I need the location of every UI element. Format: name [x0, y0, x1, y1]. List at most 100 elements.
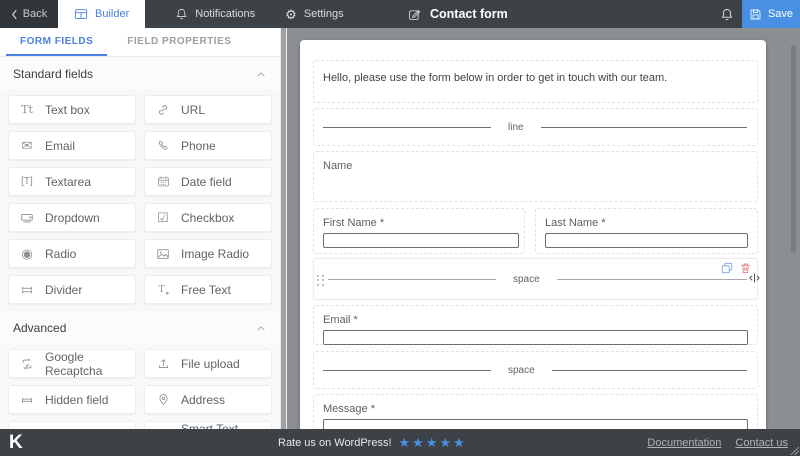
- section-advanced[interactable]: Advanced: [0, 311, 280, 344]
- field-button-url[interactable]: URL: [144, 95, 272, 124]
- edit-pencil-icon[interactable]: [408, 8, 421, 21]
- tab-settings[interactable]: ⚙ Settings: [285, 0, 343, 28]
- field-label: Dropdown: [45, 211, 100, 225]
- canvas-block-space-divider[interactable]: space: [313, 351, 758, 389]
- kali-forms-logo: K: [9, 432, 23, 454]
- freetext-content: Hello, please use the form below in orde…: [323, 72, 748, 84]
- divider-label: line: [491, 122, 541, 133]
- canvas-block-freetext[interactable]: Hello, please use the form below in orde…: [313, 60, 758, 103]
- field-button-text-box[interactable]: Tt Text box: [8, 95, 136, 124]
- field-label: URL: [181, 103, 205, 117]
- field-button-free-text[interactable]: T Free Text: [144, 275, 272, 304]
- divider-icon: [19, 282, 35, 298]
- canvas-block-first-name[interactable]: First Name *: [313, 208, 525, 254]
- tab-field-properties[interactable]: FIELD PROPERTIES: [113, 28, 245, 56]
- duplicate-icon[interactable]: [721, 262, 733, 274]
- radio-icon: ◉: [19, 246, 35, 262]
- topbar: Back Builder Notifications ⚙ Settings Co…: [0, 0, 800, 28]
- field-button-divider[interactable]: Divider: [8, 275, 136, 304]
- field-button-radio[interactable]: ◉ Radio: [8, 239, 136, 268]
- field-label: Text box: [45, 103, 90, 117]
- canvas-block-line-divider[interactable]: line: [313, 108, 758, 146]
- form-title-group: Contact form: [408, 0, 508, 28]
- dropdown-icon: [19, 210, 35, 226]
- chevron-up-icon: [256, 71, 266, 78]
- section-standard-fields[interactable]: Standard fields: [0, 57, 280, 90]
- field-button-file-upload[interactable]: File upload: [144, 349, 272, 378]
- name-label: Name: [323, 160, 757, 172]
- save-button[interactable]: Save: [742, 0, 800, 28]
- divider-line: [323, 370, 491, 371]
- divider-row: space: [314, 259, 757, 299]
- svg-text:T: T: [158, 285, 164, 295]
- star-icon[interactable]: ★: [453, 436, 465, 449]
- resize-grip-icon[interactable]: [790, 446, 799, 455]
- field-button-hidden-field[interactable]: Hidden field: [8, 385, 136, 414]
- link-icon: [155, 102, 171, 118]
- field-button-phone[interactable]: Phone: [144, 131, 272, 160]
- divider-row: space: [314, 352, 757, 388]
- first-name-input[interactable]: [323, 233, 519, 248]
- divider-line: [328, 279, 496, 280]
- sidebar-scrollbar-thumb[interactable]: [281, 28, 286, 429]
- field-button-address[interactable]: Address: [144, 385, 272, 414]
- save-label: Save: [768, 8, 793, 20]
- notifications-bell-button[interactable]: [712, 0, 742, 28]
- standard-fields-grid: Tt Text box URL ✉ Email Phone [T]: [0, 90, 280, 311]
- star-icon[interactable]: ★: [426, 436, 438, 449]
- footer-links: Documentation Contact us: [647, 429, 788, 456]
- tab-form-fields[interactable]: FORM FIELDS: [6, 28, 107, 56]
- field-button-dropdown[interactable]: Dropdown: [8, 203, 136, 232]
- back-label: Back: [23, 8, 47, 20]
- rate-us-group: Rate us on WordPress! ★ ★ ★ ★ ★: [278, 429, 465, 456]
- field-label: Date field: [181, 175, 232, 189]
- footer: K Rate us on WordPress! ★ ★ ★ ★ ★ Docume…: [0, 429, 800, 456]
- field-label: Address: [181, 393, 225, 407]
- field-label: Email: [45, 139, 75, 153]
- message-textarea[interactable]: [323, 419, 748, 429]
- field-button-google-recaptcha[interactable]: Google Recaptcha: [8, 349, 136, 378]
- field-button-rating[interactable]: ★ Rating: [8, 421, 136, 429]
- save-floppy-icon: [749, 8, 762, 21]
- field-button-email[interactable]: ✉ Email: [8, 131, 136, 160]
- field-button-checkbox[interactable]: ☑ Checkbox: [144, 203, 272, 232]
- field-button-smart-text-output[interactable]: ·T· Smart Text Output: [144, 421, 272, 429]
- star-icon[interactable]: ★: [412, 436, 424, 449]
- canvas-block-space-divider-selected[interactable]: space: [313, 258, 758, 300]
- field-label: Textarea: [45, 175, 91, 189]
- drag-handle-icon[interactable]: [317, 275, 324, 286]
- field-label: Phone: [181, 139, 216, 153]
- divider-label: space: [491, 365, 552, 376]
- textbox-icon: Tt: [19, 102, 35, 118]
- last-name-input[interactable]: [545, 233, 748, 248]
- phone-icon: [155, 138, 171, 154]
- field-button-date-field[interactable]: Date field: [144, 167, 272, 196]
- documentation-link[interactable]: Documentation: [647, 437, 721, 449]
- resize-handle-icon[interactable]: [748, 273, 761, 283]
- bell-icon: [720, 7, 734, 22]
- sidebar-tabs: FORM FIELDS FIELD PROPERTIES: [0, 28, 280, 57]
- canvas-block-name[interactable]: Name: [313, 151, 758, 202]
- divider-label: space: [496, 274, 557, 285]
- contact-us-link[interactable]: Contact us: [735, 437, 788, 449]
- field-label: Hidden field: [45, 393, 108, 407]
- canvas-block-message[interactable]: Message *: [313, 394, 758, 429]
- field-button-image-radio[interactable]: Image Radio: [144, 239, 272, 268]
- star-icon[interactable]: ★: [399, 436, 411, 449]
- tab-builder[interactable]: Builder: [58, 0, 145, 28]
- advanced-fields-grid: Google Recaptcha File upload Hidden fiel…: [0, 344, 280, 429]
- back-button[interactable]: Back: [0, 0, 58, 28]
- canvas-block-email[interactable]: Email *: [313, 305, 758, 345]
- star-icon[interactable]: ★: [439, 436, 451, 449]
- hidden-field-icon: [19, 392, 35, 408]
- envelope-icon: ✉: [19, 138, 35, 154]
- email-input[interactable]: [323, 330, 748, 345]
- divider-line: [552, 370, 747, 371]
- canvas-block-last-name[interactable]: Last Name *: [535, 208, 758, 254]
- tab-notifications[interactable]: Notifications: [175, 0, 255, 28]
- upload-icon: [155, 356, 171, 372]
- divider-row: line: [314, 109, 757, 145]
- workspace-scrollbar-thumb[interactable]: [791, 45, 796, 253]
- builder-grid-icon: [74, 7, 88, 21]
- field-button-textarea[interactable]: [T] Textarea: [8, 167, 136, 196]
